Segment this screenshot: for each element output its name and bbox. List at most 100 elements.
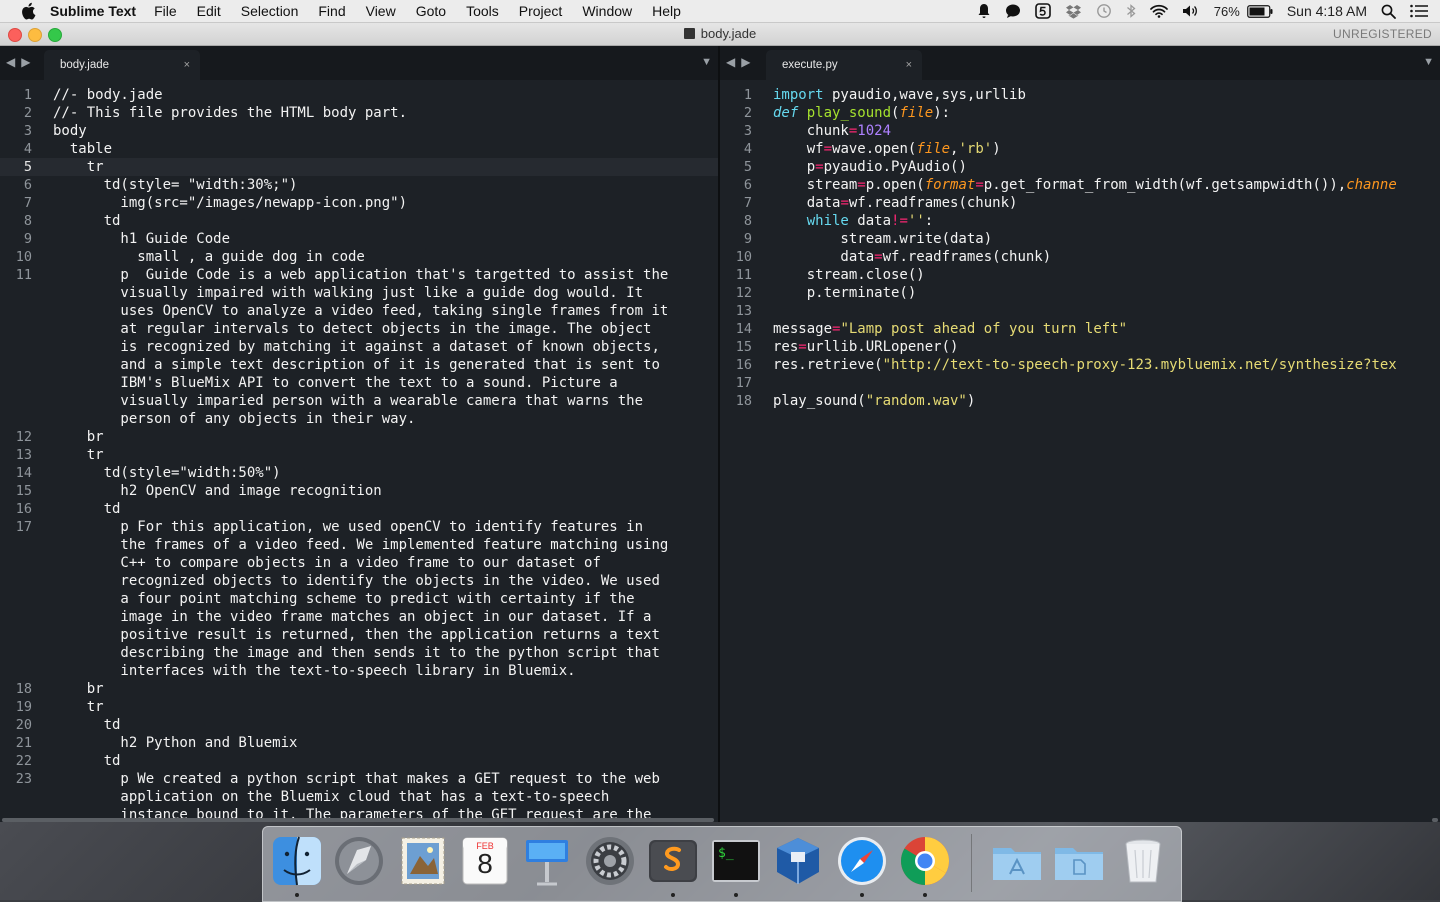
terminal-icon[interactable]: $_ bbox=[709, 834, 763, 888]
code-line[interactable]: uses OpenCV to analyze a video feed, tak… bbox=[53, 302, 718, 320]
menu-goto[interactable]: Goto bbox=[416, 3, 446, 19]
code-text[interactable]: import pyaudio,wave,sys,urllib def play_s… bbox=[773, 86, 1440, 410]
wifi-icon[interactable] bbox=[1149, 4, 1168, 18]
menu-find[interactable]: Find bbox=[318, 3, 345, 19]
tab-dropdown-icon[interactable]: ▼ bbox=[1423, 56, 1434, 68]
code-line[interactable]: tr bbox=[53, 698, 718, 716]
code-line[interactable] bbox=[773, 374, 1440, 392]
code-line[interactable]: res=urllib.URLopener() bbox=[773, 338, 1440, 356]
code-line[interactable]: visually imparied person with a wearable… bbox=[53, 392, 718, 410]
menu-tools[interactable]: Tools bbox=[466, 3, 499, 19]
code-line[interactable]: wf=wave.open(file,'rb') bbox=[773, 140, 1440, 158]
tab-nav-arrows-left[interactable]: ◀▶ bbox=[6, 55, 36, 69]
code-line[interactable]: at regular intervals to detect objects i… bbox=[53, 320, 718, 338]
code-line[interactable]: stream.close() bbox=[773, 266, 1440, 284]
code-line[interactable]: is recognized by matching it against a d… bbox=[53, 338, 718, 356]
tab-prev-icon[interactable]: ◀ bbox=[6, 55, 21, 69]
virtualbox-icon[interactable] bbox=[771, 834, 825, 888]
tab-dropdown-icon[interactable]: ▼ bbox=[701, 56, 712, 68]
code-line[interactable]: tr bbox=[53, 158, 718, 176]
code-line[interactable]: and a simple text description of it is g… bbox=[53, 356, 718, 374]
apple-icon[interactable] bbox=[20, 2, 38, 20]
editor-pane-left[interactable]: ◀▶ body.jade × ▼ 1 2 3 4 5 6 7 8 9 10 11 12 13 14 15 16… bbox=[0, 46, 718, 822]
code-line[interactable]: p=pyaudio.PyAudio() bbox=[773, 158, 1440, 176]
code-line[interactable]: interfaces with the text-to-speech libra… bbox=[53, 662, 718, 680]
code-line[interactable]: person of any objects in their way. bbox=[53, 410, 718, 428]
spotlight-search-icon[interactable] bbox=[1381, 4, 1396, 19]
tab-close-icon[interactable]: × bbox=[184, 50, 190, 80]
notification-bell-icon[interactable] bbox=[977, 3, 991, 19]
code-line[interactable]: td(style= "width:30%;") bbox=[53, 176, 718, 194]
menu-help[interactable]: Help bbox=[652, 3, 681, 19]
code-line[interactable]: tr bbox=[53, 446, 718, 464]
code-line[interactable]: td bbox=[53, 212, 718, 230]
menu-selection[interactable]: Selection bbox=[241, 3, 299, 19]
clock[interactable]: Sun 4:18 AM bbox=[1287, 3, 1367, 19]
tab-body-jade[interactable]: body.jade × bbox=[44, 50, 200, 80]
code-line[interactable]: res.retrieve("http://text-to-speech-prox… bbox=[773, 356, 1440, 374]
code-line[interactable]: stream.write(data) bbox=[773, 230, 1440, 248]
code-line[interactable]: //- body.jade bbox=[53, 86, 718, 104]
calendar-icon[interactable]: FEB 8 bbox=[458, 834, 512, 888]
launchpad-icon[interactable] bbox=[332, 834, 386, 888]
tab-next-icon[interactable]: ▶ bbox=[21, 55, 36, 69]
applications-folder-icon[interactable] bbox=[990, 834, 1044, 888]
tab-close-icon[interactable]: × bbox=[906, 50, 912, 80]
trash-icon[interactable] bbox=[1116, 834, 1170, 888]
code-line[interactable]: br bbox=[53, 680, 718, 698]
menu-window[interactable]: Window bbox=[582, 3, 632, 19]
code-line[interactable]: p Guide Code is a web application that's… bbox=[53, 266, 718, 284]
shield-5-icon[interactable] bbox=[1034, 3, 1051, 19]
volume-icon[interactable] bbox=[1182, 4, 1200, 18]
code-line[interactable]: the frames of a video feed. We implement… bbox=[53, 536, 718, 554]
code-text[interactable]: //- body.jade//- This file provides the … bbox=[53, 86, 718, 822]
code-line[interactable]: chunk=1024 bbox=[773, 122, 1440, 140]
keynote-icon[interactable] bbox=[520, 834, 574, 888]
tab-prev-icon[interactable]: ◀ bbox=[726, 55, 741, 69]
code-line[interactable]: table bbox=[53, 140, 718, 158]
code-line[interactable]: p For this application, we used openCV t… bbox=[53, 518, 718, 536]
code-line[interactable]: a four point matching scheme to predict … bbox=[53, 590, 718, 608]
time-machine-icon[interactable] bbox=[1096, 3, 1112, 19]
code-line[interactable]: application on the Bluemix cloud that ha… bbox=[53, 788, 718, 806]
code-line[interactable]: small , a guide dog in code bbox=[53, 248, 718, 266]
bluetooth-icon[interactable] bbox=[1126, 3, 1136, 19]
code-line[interactable]: import pyaudio,wave,sys,urllib bbox=[773, 86, 1440, 104]
code-line[interactable]: p We created a python script that makes … bbox=[53, 770, 718, 788]
code-line[interactable]: img(src="/images/newapp-icon.png") bbox=[53, 194, 718, 212]
tab-nav-arrows-right[interactable]: ◀▶ bbox=[726, 55, 756, 69]
tab-next-icon[interactable]: ▶ bbox=[741, 55, 756, 69]
code-line[interactable]: message="Lamp post ahead of you turn lef… bbox=[773, 320, 1440, 338]
safari-icon[interactable] bbox=[835, 834, 889, 888]
code-line[interactable]: body bbox=[53, 122, 718, 140]
code-line[interactable]: td bbox=[53, 500, 718, 518]
code-line[interactable]: image in the video frame matches an obje… bbox=[53, 608, 718, 626]
mail-stamp-icon[interactable] bbox=[396, 834, 450, 888]
code-line[interactable]: data=wf.readframes(chunk) bbox=[773, 194, 1440, 212]
code-line[interactable]: //- This file provides the HTML body par… bbox=[53, 104, 718, 122]
code-line[interactable]: play_sound("random.wav") bbox=[773, 392, 1440, 410]
code-line[interactable]: h2 OpenCV and image recognition bbox=[53, 482, 718, 500]
battery-percent[interactable]: 76% bbox=[1214, 4, 1240, 19]
documents-folder-icon[interactable] bbox=[1052, 834, 1106, 888]
finder-icon[interactable] bbox=[270, 834, 324, 888]
notification-center-icon[interactable] bbox=[1410, 4, 1428, 18]
chat-bubble-icon[interactable] bbox=[1005, 3, 1021, 19]
code-line[interactable]: def play_sound(file): bbox=[773, 104, 1440, 122]
code-line[interactable]: h1 Guide Code bbox=[53, 230, 718, 248]
menu-project[interactable]: Project bbox=[519, 3, 563, 19]
code-line[interactable]: recognized objects to identify the objec… bbox=[53, 572, 718, 590]
code-area-left[interactable]: 1 2 3 4 5 6 7 8 9 10 11 12 13 14 15 16 17 18 19 20 21 22 23 //… bbox=[0, 80, 718, 822]
menu-file[interactable]: File bbox=[154, 3, 177, 19]
code-line[interactable] bbox=[773, 302, 1440, 320]
code-line[interactable]: positive result is returned, then the ap… bbox=[53, 626, 718, 644]
code-line[interactable]: visually impaired with walking just like… bbox=[53, 284, 718, 302]
menu-app-name[interactable]: Sublime Text bbox=[50, 3, 136, 19]
code-line[interactable]: C++ to compare objects in a video frame … bbox=[53, 554, 718, 572]
code-line[interactable]: describing the image and then sends it t… bbox=[53, 644, 718, 662]
code-line[interactable]: p.terminate() bbox=[773, 284, 1440, 302]
tab-execute-py[interactable]: execute.py × bbox=[766, 50, 922, 80]
editor-pane-right[interactable]: ◀▶ execute.py × ▼ 1 2 3 4 5 6 7 8 9 10 11 12 13 14 15 1… bbox=[720, 46, 1440, 822]
code-area-right[interactable]: 1 2 3 4 5 6 7 8 9 10 11 12 13 14 15 16 17 18 import pyaud… bbox=[720, 80, 1440, 822]
menu-view[interactable]: View bbox=[366, 3, 396, 19]
